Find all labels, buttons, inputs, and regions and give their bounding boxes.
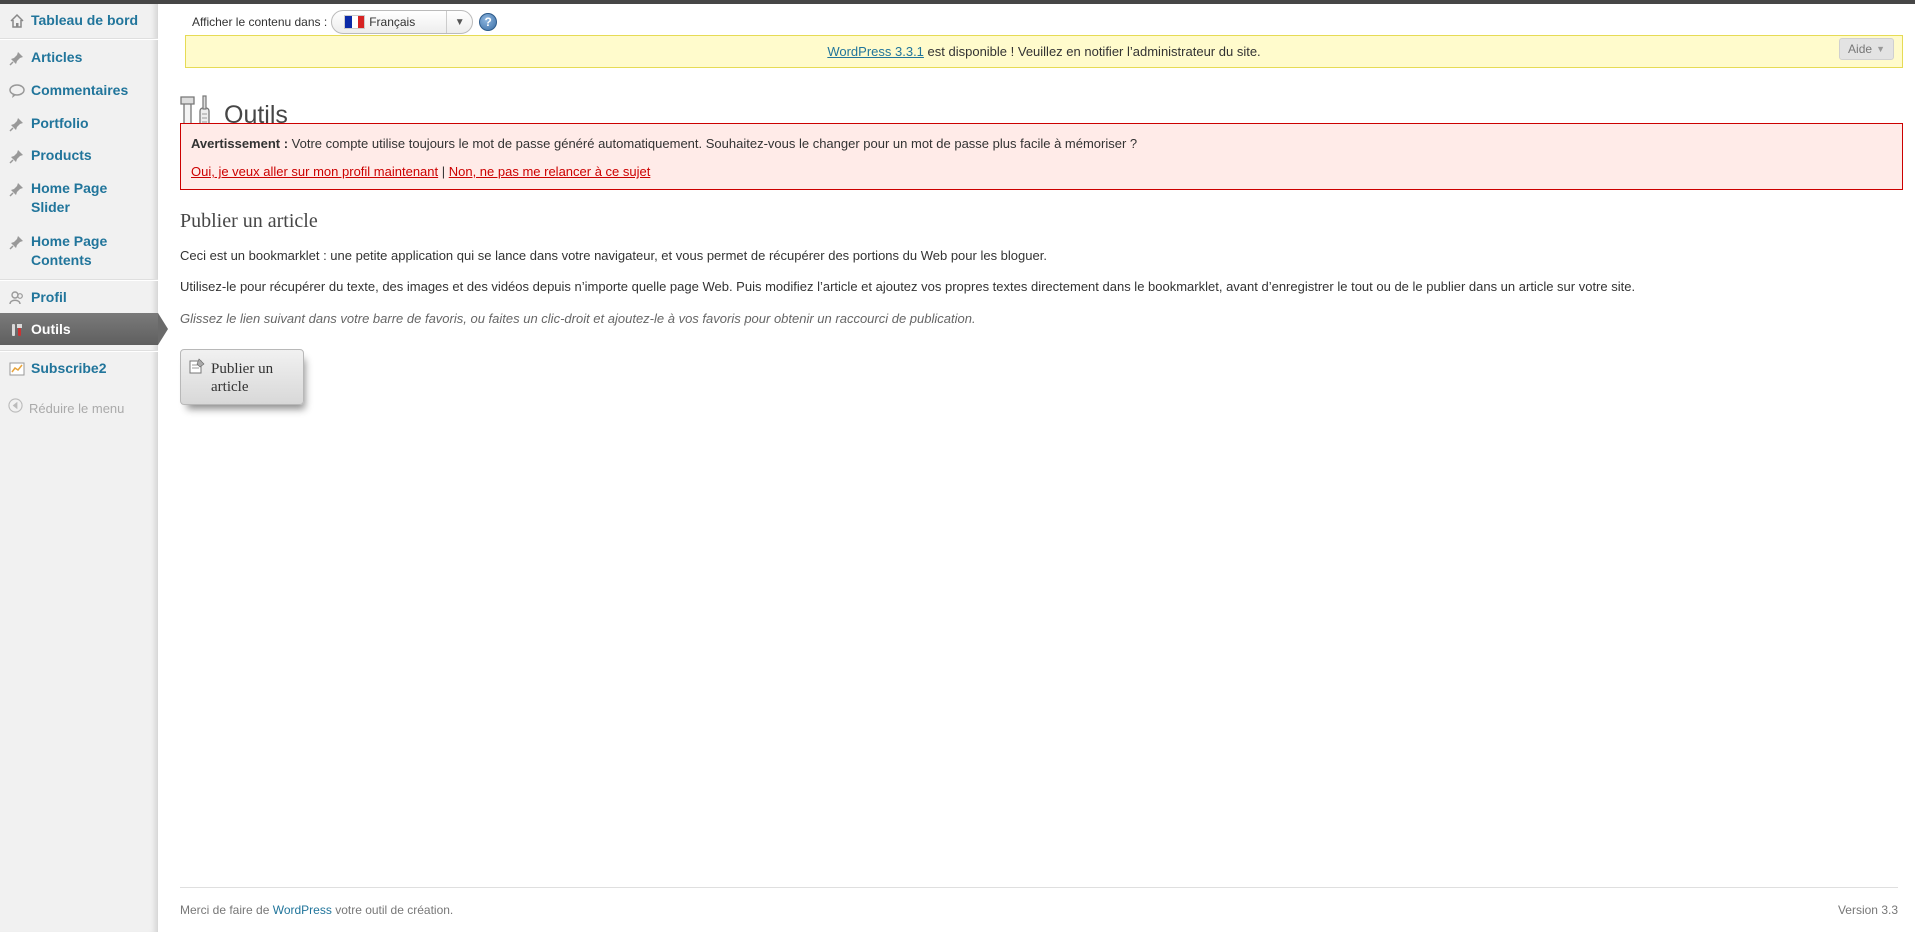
footer-version: Version 3.3 bbox=[1837, 903, 1898, 917]
sidebar-item-label: Home Page Slider bbox=[31, 180, 108, 215]
sidebar-item-dashboard[interactable]: Tableau de bord bbox=[0, 11, 158, 30]
help-icon[interactable]: ? bbox=[479, 13, 498, 31]
footer-thanks: Merci de faire de WordPress votre outil … bbox=[180, 903, 453, 917]
drag-instruction: Glissez le lien suivant dans votre barre… bbox=[180, 311, 976, 326]
wordpress-link[interactable]: WordPress bbox=[273, 903, 332, 917]
warning-text: Votre compte utilise toujours le mot de … bbox=[288, 136, 1138, 151]
chevron-down-icon: ▼ bbox=[446, 11, 472, 33]
language-select[interactable]: Français ▼ bbox=[331, 10, 474, 34]
menu-separator bbox=[0, 350, 158, 352]
wordpress-update-link[interactable]: WordPress 3.3.1 bbox=[827, 44, 924, 59]
pin-icon bbox=[8, 147, 26, 165]
description-paragraph: Ceci est un bookmarklet : une petite app… bbox=[180, 248, 1047, 263]
admin-sidebar: Tableau de bord Articles Commentaires Po… bbox=[0, 4, 158, 932]
sidebar-item-label: Products bbox=[31, 147, 92, 163]
edit-document-icon bbox=[189, 358, 205, 379]
bookmarklet-label: Publier un article bbox=[211, 361, 274, 395]
pin-icon bbox=[8, 233, 26, 251]
warning-message: Avertissement : Votre compte utilise tou… bbox=[191, 136, 1892, 151]
footer: Merci de faire de WordPress votre outil … bbox=[180, 887, 1898, 917]
menu-separator bbox=[0, 38, 158, 40]
sidebar-item-label: Profil bbox=[31, 289, 67, 305]
dismiss-warning-link[interactable]: Non, ne pas me relancer à ce sujet bbox=[449, 164, 651, 179]
collapse-arrow-icon bbox=[8, 398, 23, 418]
sidebar-item-label: Commentaires bbox=[31, 82, 129, 98]
collapse-menu-button[interactable]: Réduire le menu bbox=[8, 398, 124, 418]
sidebar-item-outils[interactable]: Outils bbox=[0, 313, 158, 345]
current-menu-arrow bbox=[158, 313, 168, 345]
update-nag: WordPress 3.3.1 est disponible ! Veuille… bbox=[185, 35, 1903, 68]
sidebar-item-products[interactable]: Products bbox=[0, 146, 158, 165]
language-select-value: Français bbox=[369, 15, 416, 29]
update-nag-text: est disponible ! Veuillez en notifier l’… bbox=[923, 44, 1261, 59]
section-heading: Publier un article bbox=[180, 210, 318, 232]
screen-meta: Afficher le contenu dans : Français ▼ ? bbox=[192, 10, 498, 34]
comment-icon bbox=[8, 82, 26, 100]
warning-actions: Oui, je veux aller sur mon profil mainte… bbox=[191, 164, 1892, 179]
tools-icon bbox=[8, 321, 26, 339]
sidebar-item-profil[interactable]: Profil bbox=[0, 288, 158, 307]
pin-icon bbox=[8, 115, 26, 133]
home-icon bbox=[8, 12, 26, 30]
footer-thanks-prefix: Merci de faire de bbox=[180, 903, 273, 917]
menu-separator bbox=[0, 279, 158, 281]
pin-icon bbox=[8, 49, 26, 67]
help-tab-label: Aide bbox=[1848, 42, 1873, 56]
sidebar-item-label: Tableau de bord bbox=[31, 12, 139, 28]
password-warning-notice: Avertissement : Votre compte utilise tou… bbox=[180, 123, 1903, 190]
sidebar-item-home-page-slider[interactable]: Home Page Slider bbox=[0, 179, 158, 217]
usage-paragraph: Utilisez-le pour récupérer du texte, des… bbox=[180, 279, 1636, 294]
pin-icon bbox=[8, 180, 26, 198]
go-to-profile-link[interactable]: Oui, je veux aller sur mon profil mainte… bbox=[191, 164, 438, 179]
sidebar-item-home-page-contents[interactable]: Home Page Contents bbox=[0, 232, 158, 270]
link-separator: | bbox=[438, 164, 449, 179]
top-bar bbox=[0, 0, 1915, 4]
users-icon bbox=[8, 289, 26, 307]
chevron-down-icon: ▼ bbox=[1876, 44, 1885, 54]
sidebar-item-comments[interactable]: Commentaires bbox=[0, 81, 158, 100]
sidebar-item-articles[interactable]: Articles bbox=[0, 48, 158, 67]
help-tab-button[interactable]: Aide ▼ bbox=[1839, 38, 1894, 60]
french-flag-icon bbox=[344, 15, 366, 29]
display-content-label: Afficher le contenu dans : bbox=[192, 15, 328, 29]
footer-thanks-suffix: votre outil de création. bbox=[331, 903, 454, 917]
sidebar-item-subscribe2[interactable]: Subscribe2 bbox=[0, 359, 158, 378]
sidebar-item-portfolio[interactable]: Portfolio bbox=[0, 114, 158, 133]
sidebar-item-label: Home Page Contents bbox=[31, 233, 108, 268]
press-this-bookmarklet-button[interactable]: Publier un article bbox=[180, 349, 304, 405]
sidebar-item-label: Outils bbox=[31, 320, 71, 337]
sidebar-item-label: Portfolio bbox=[31, 115, 89, 131]
warning-label: Avertissement : bbox=[191, 136, 289, 151]
collapse-menu-label: Réduire le menu bbox=[29, 400, 125, 416]
sidebar-item-label: Articles bbox=[31, 49, 83, 65]
chart-icon bbox=[8, 360, 26, 378]
sidebar-item-label: Subscribe2 bbox=[31, 360, 107, 376]
